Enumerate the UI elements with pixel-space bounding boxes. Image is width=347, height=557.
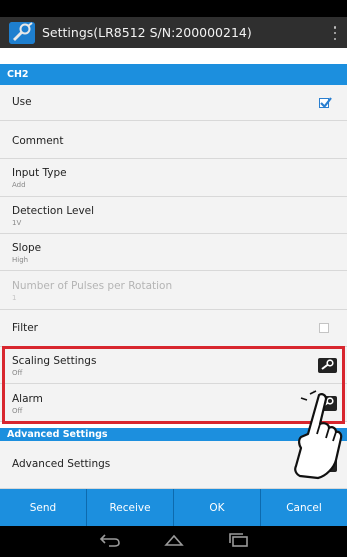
section-header-advanced: Advanced Settings — [0, 428, 347, 441]
setting-value: 1 — [12, 294, 17, 302]
send-button[interactable]: Send — [0, 489, 87, 526]
setting-comment[interactable]: Comment — [0, 121, 347, 159]
setting-label: Advanced Settings — [12, 458, 111, 470]
section-header-ch2: CH2 — [0, 64, 347, 85]
settings-app-icon — [9, 21, 35, 44]
setting-label: Input Type — [12, 167, 67, 179]
overflow-menu-icon[interactable] — [333, 26, 337, 40]
setting-filter[interactable]: Filter — [0, 310, 347, 347]
setting-label: Number of Pulses per Rotation — [12, 280, 173, 292]
setting-label: Alarm — [12, 393, 43, 405]
setting-label: Comment — [12, 135, 64, 147]
setting-advanced[interactable]: Advanced Settings — [0, 441, 347, 489]
setting-pulses-per-rotation: Number of Pulses per Rotation 1 — [0, 271, 347, 310]
setting-value: Off — [12, 369, 23, 377]
alarm-wrench-button[interactable] — [318, 396, 337, 411]
setting-label: Detection Level — [12, 205, 95, 217]
setting-detection-level[interactable]: Detection Level 1V — [0, 197, 347, 234]
setting-value: Off — [12, 407, 23, 415]
advanced-wrench-button[interactable] — [318, 457, 337, 472]
back-icon[interactable] — [99, 532, 121, 551]
filter-checkbox[interactable] — [319, 323, 329, 333]
setting-slope[interactable]: Slope High — [0, 234, 347, 271]
setting-value: 1V — [12, 219, 22, 227]
cancel-button[interactable]: Cancel — [261, 489, 347, 526]
setting-alarm[interactable]: Alarm Off — [0, 384, 347, 422]
setting-input-type[interactable]: Input Type Add — [0, 159, 347, 197]
receive-button[interactable]: Receive — [87, 489, 174, 526]
navigation-bar — [0, 526, 347, 557]
check-icon — [320, 97, 332, 109]
home-icon[interactable] — [163, 532, 185, 551]
setting-scaling[interactable]: Scaling Settings Off — [0, 347, 347, 384]
recents-icon[interactable] — [227, 532, 249, 551]
ok-button[interactable]: OK — [174, 489, 261, 526]
setting-value: High — [12, 256, 29, 264]
setting-value: Add — [12, 181, 26, 189]
setting-label: Filter — [12, 322, 39, 334]
spacer — [0, 48, 347, 64]
setting-use[interactable]: Use — [0, 85, 347, 121]
use-checkbox[interactable] — [319, 97, 332, 109]
wrench-icon — [321, 458, 334, 469]
setting-label: Scaling Settings — [12, 355, 97, 367]
status-bar — [0, 0, 347, 17]
setting-label: Slope — [12, 242, 42, 254]
wrench-icon — [321, 359, 334, 370]
wrench-icon — [321, 397, 334, 408]
button-bar: Send Receive OK Cancel — [0, 489, 347, 526]
scaling-wrench-button[interactable] — [318, 358, 337, 373]
action-bar: Settings(LR8512 S/N:200000214) — [0, 17, 347, 48]
setting-label: Use — [12, 96, 32, 108]
window-title: Settings(LR8512 S/N:200000214) — [42, 25, 252, 40]
